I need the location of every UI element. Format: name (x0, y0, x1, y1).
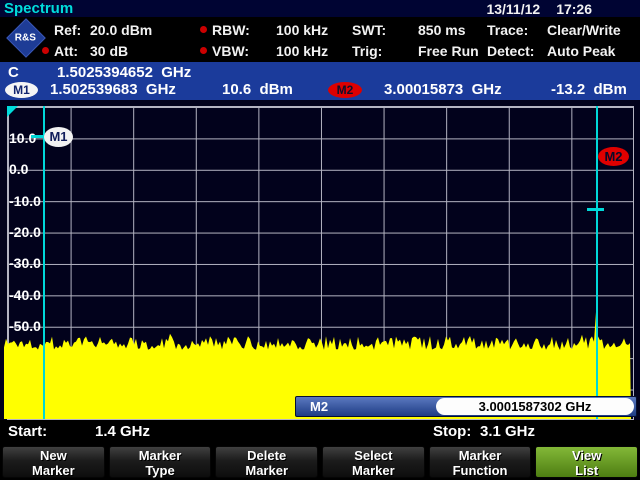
marker1-level: 10.6 dBm (222, 81, 293, 98)
y-axis-tick: -10.0 (9, 193, 41, 209)
entry-box-value-input[interactable]: 3.0001587302 GHz (436, 398, 634, 415)
trace-label: Trace: (487, 22, 547, 38)
time-label: 17:26 (556, 1, 592, 17)
marker2-level-dash (587, 208, 604, 211)
softkey-select-marker[interactable]: Select Marker (322, 446, 425, 478)
ref-value: 20.0 dBm (90, 22, 152, 38)
red-dot-icon (42, 47, 49, 54)
detect-row: Detect: Auto Peak (487, 40, 621, 61)
att-value: 30 dB (90, 43, 128, 59)
rbw-value: 100 kHz (276, 22, 328, 38)
settings-column-trace: Trace: Clear/Write Detect: Auto Peak (487, 17, 621, 61)
stop-freq-value: 3.1 GHz (480, 423, 535, 440)
y-axis-tick: 10.0 (9, 130, 36, 146)
vbw-label: VBW: (212, 43, 276, 59)
app-title: Spectrum (4, 0, 73, 17)
att-row: Att: 30 dB (42, 40, 152, 61)
settings-column-sweep: SWT: 850 ms Trig: Free Run (352, 17, 479, 61)
swt-row: SWT: 850 ms (352, 19, 479, 40)
entry-box-label: M2 (310, 397, 328, 416)
trace-row: Trace: Clear/Write (487, 19, 621, 40)
marker2-frequency: 3.00015873 GHz (384, 81, 502, 98)
center-freq-value: 1.5025394652 GHz (57, 64, 191, 81)
swt-value: 850 ms (418, 22, 465, 38)
detect-value: Auto Peak (547, 43, 615, 59)
y-axis-tick: -20.0 (9, 224, 41, 240)
y-axis-tick: -50.0 (9, 318, 41, 334)
marker2-level: -13.2 dBm (551, 81, 627, 98)
swt-label: SWT: (352, 22, 418, 38)
softkey-view-list[interactable]: View List (535, 446, 638, 478)
softkey-marker-type[interactable]: Marker Type (109, 446, 212, 478)
detect-label: Detect: (487, 43, 547, 59)
date-time: 13/11/12 17:26 (486, 1, 640, 17)
dot-slot (42, 47, 54, 54)
start-freq-label: Start: (8, 423, 47, 440)
trig-value: Free Run (418, 43, 479, 59)
rbw-label: RBW: (212, 22, 276, 38)
marker-readout-bar: C 1.5025394652 GHz M1 1.502539683 GHz 10… (0, 62, 640, 100)
start-freq-value: 1.4 GHz (95, 423, 150, 440)
att-label: Att: (54, 43, 90, 59)
ref-level-row: Ref: 20.0 dBm (42, 19, 152, 40)
vbw-value: 100 kHz (276, 43, 328, 59)
red-dot-icon (200, 26, 207, 33)
trace-value: Clear/Write (547, 22, 621, 38)
vbw-row: VBW: 100 kHz (200, 40, 328, 61)
marker2-flag[interactable]: M2 (598, 147, 629, 166)
softkey-bar: New Marker Marker Type Delete Marker Sel… (0, 444, 640, 480)
red-dot-icon (200, 47, 207, 54)
marker1-line[interactable] (43, 106, 45, 419)
softkey-new-marker[interactable]: New Marker (2, 446, 105, 478)
ref-label: Ref: (54, 22, 90, 38)
center-freq-label: C (8, 64, 19, 81)
marker1-flag[interactable]: M1 (44, 127, 73, 147)
softkey-marker-function[interactable]: Marker Function (429, 446, 532, 478)
spectrum-plot: 10.0 0.0 -10.0 -20.0 -30.0 -40.0 -50.0 M… (0, 100, 640, 420)
date-label: 13/11/12 (486, 1, 540, 17)
dot-slot (200, 26, 212, 33)
softkey-delete-marker[interactable]: Delete Marker (215, 446, 318, 478)
freq-range-bar: Start: 1.4 GHz Stop: 3.1 GHz (0, 420, 640, 444)
trace-area (0, 100, 640, 420)
marker2-badge: M2 (328, 82, 362, 98)
marker-values-row: M1 1.502539683 GHz 10.6 dBm M2 3.0001587… (0, 81, 640, 99)
trig-row: Trig: Free Run (352, 40, 479, 61)
trig-label: Trig: (352, 43, 418, 59)
rbw-row: RBW: 100 kHz (200, 19, 328, 40)
settings-column-level: Ref: 20.0 dBm Att: 30 dB (42, 17, 152, 61)
marker1-badge: M1 (5, 82, 38, 98)
spectrum-analyzer-screen: Spectrum 13/11/12 17:26 R&S Ref: 20.0 dB… (0, 0, 640, 480)
rohde-schwarz-logo-icon: R&S (6, 18, 46, 58)
y-axis-tick: -30.0 (9, 255, 41, 271)
dot-slot (200, 47, 212, 54)
settings-header: R&S Ref: 20.0 dBm Att: 30 dB RBW: 100 kH… (0, 17, 640, 62)
marker1-frequency: 1.502539683 GHz (50, 81, 176, 98)
title-bar: Spectrum 13/11/12 17:26 (0, 0, 640, 17)
marker-entry-box: M2 3.0001587302 GHz (295, 396, 637, 417)
y-axis-tick: 0.0 (9, 161, 28, 177)
center-freq-row: C 1.5025394652 GHz (0, 63, 640, 81)
stop-freq-label: Stop: (433, 423, 471, 440)
settings-column-bandwidth: RBW: 100 kHz VBW: 100 kHz (200, 17, 328, 61)
y-axis-tick: -40.0 (9, 287, 41, 303)
